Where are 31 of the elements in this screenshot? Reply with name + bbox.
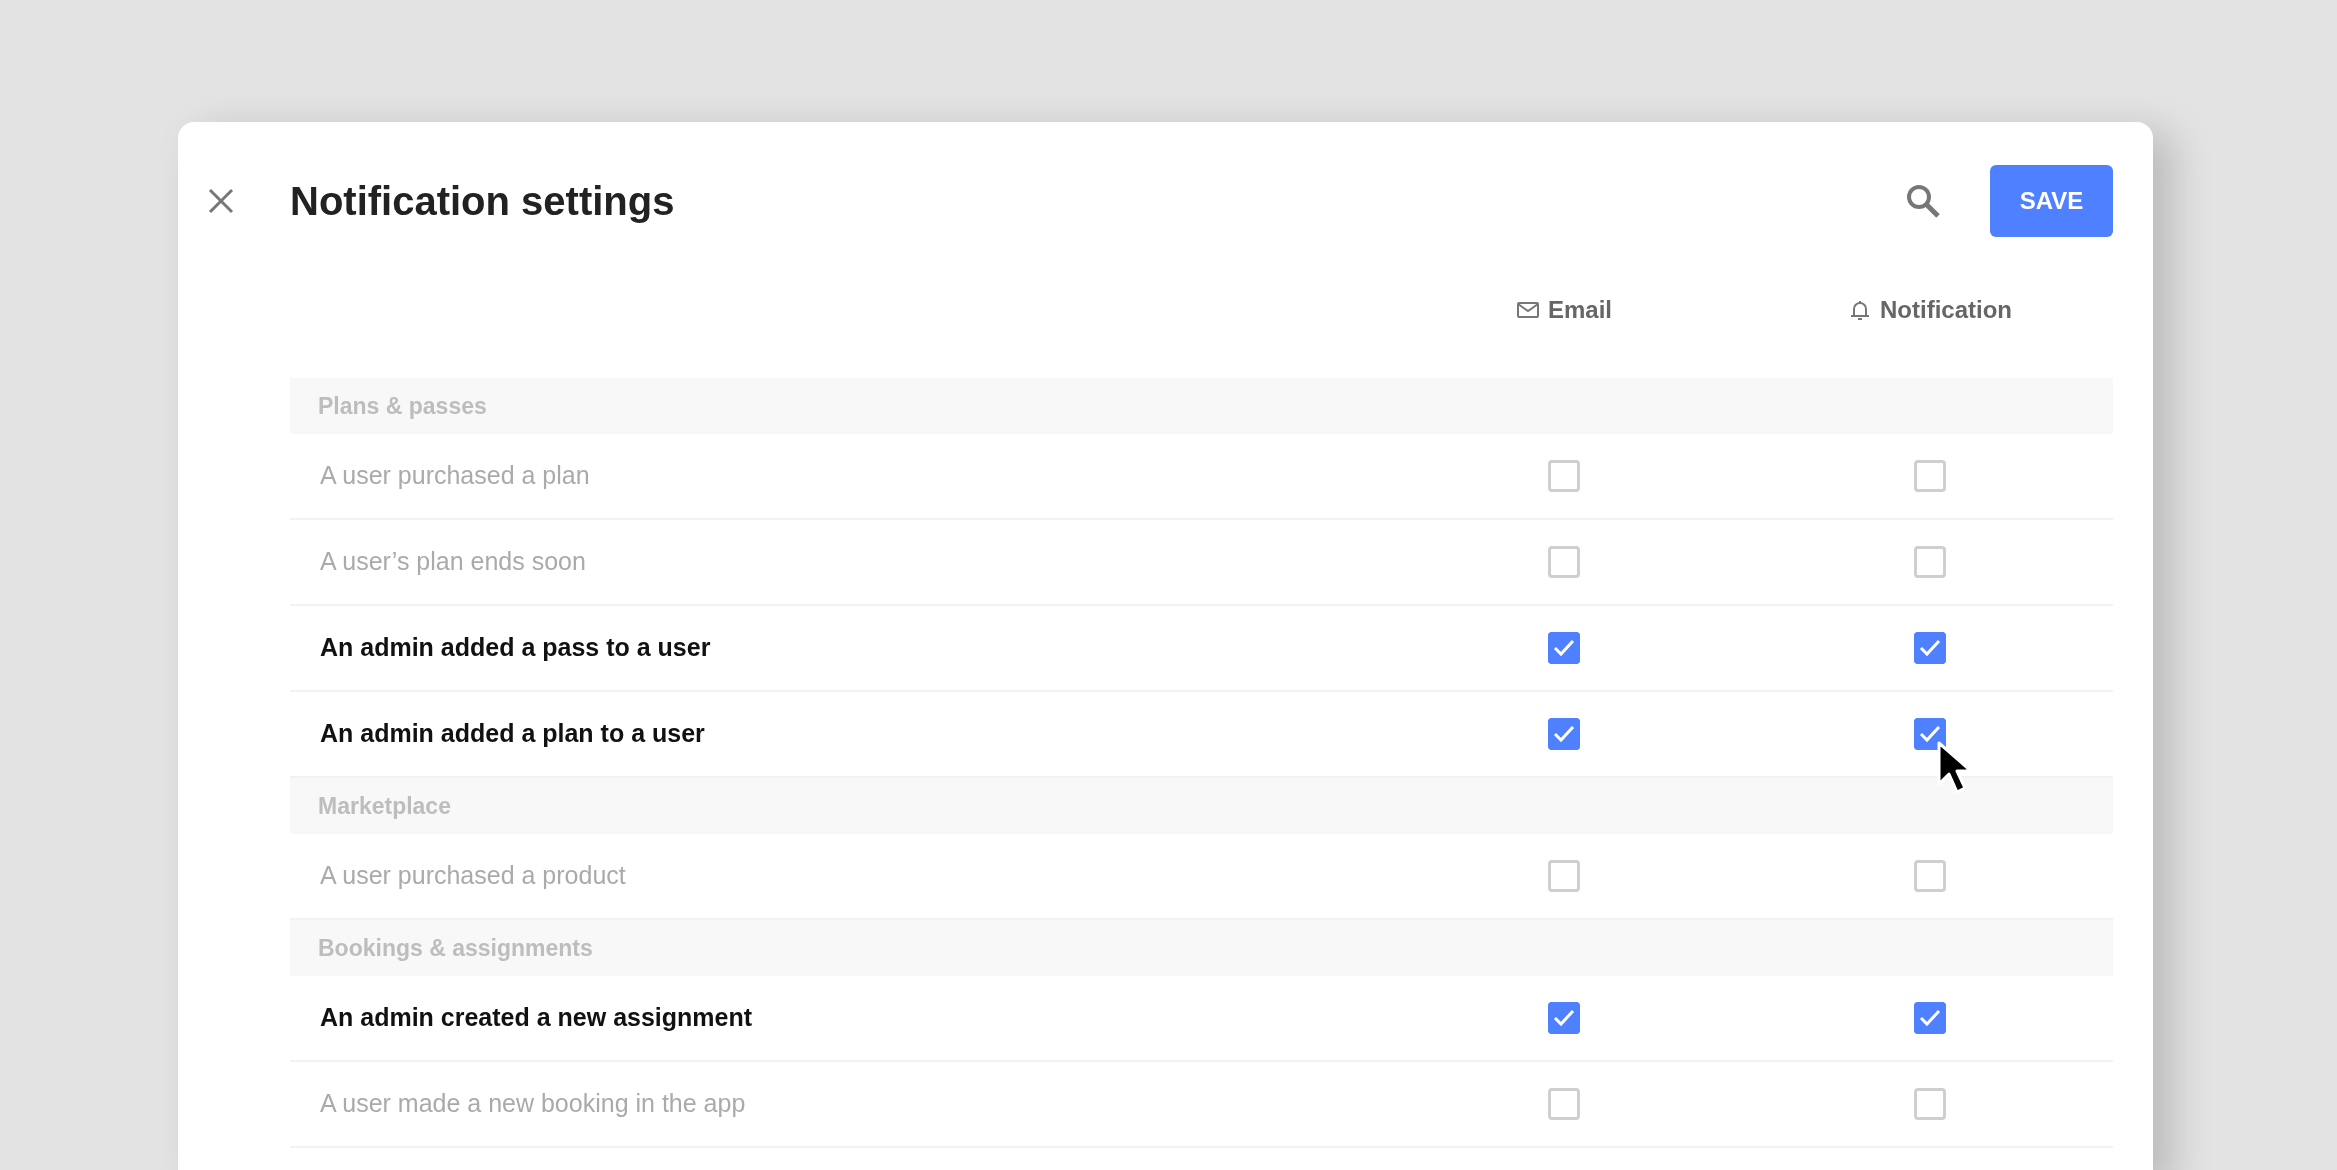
bell-icon [1848,298,1872,322]
checkbox[interactable] [1548,718,1580,750]
column-header: Email [1548,295,1612,325]
checkbox[interactable] [1914,1002,1946,1034]
checkbox[interactable] [1548,1088,1580,1120]
checkbox[interactable] [1914,632,1946,664]
checkbox[interactable] [1548,546,1580,578]
checkbox[interactable] [1914,546,1946,578]
checkbox[interactable] [1914,1088,1946,1120]
section-header: Bookings & assignments [290,920,2113,976]
save-button[interactable]: SAVE [1990,165,2113,237]
row-label: A user made a new booking in the app [319,1088,746,1120]
checkbox[interactable] [1548,632,1580,664]
row-label: An admin created a new assignment [319,1002,753,1034]
row-label: A user purchased a product [319,860,626,892]
row-label: An admin added a pass to a user [319,632,711,664]
checkbox[interactable] [1914,460,1946,492]
checkbox[interactable] [1548,860,1580,892]
close-icon[interactable] [208,188,234,214]
checkbox[interactable] [1548,1002,1580,1034]
section-header: Plans & passes [290,378,2113,434]
row-label: A user’s plan ends soon [319,546,586,578]
section-header: Marketplace [290,778,2113,834]
dialog-title: Notification settings [290,181,675,221]
column-header: Notification [1880,295,2012,325]
checkbox[interactable] [1914,718,1946,750]
checkbox[interactable] [1914,860,1946,892]
checkbox[interactable] [1548,460,1580,492]
row-label: An admin added a plan to a user [319,718,705,750]
row-label: A user purchased a plan [319,460,590,492]
search-icon[interactable] [1906,184,1940,218]
